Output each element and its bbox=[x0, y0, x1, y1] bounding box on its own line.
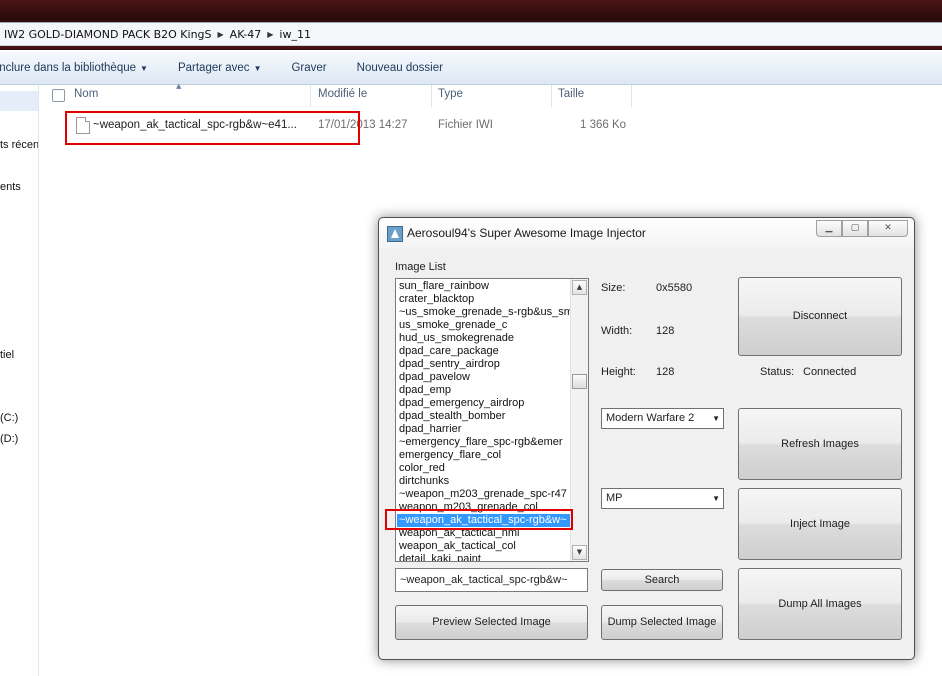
column-divider[interactable] bbox=[310, 85, 311, 107]
address-bar[interactable]: IW2 GOLD-DIAMOND PACK B2O KingS ▶ AK-47 … bbox=[0, 22, 942, 46]
image-list-item[interactable]: hud_us_smokegrenade bbox=[399, 332, 514, 345]
sort-arrow-icon: ▲ bbox=[176, 82, 182, 90]
image-list-item[interactable]: crater_blacktop bbox=[399, 293, 474, 306]
command-bar: Inclure dans la bibliothèque ▼ Partager a… bbox=[0, 52, 942, 85]
share-with-menu[interactable]: Partager avec ▼ bbox=[178, 62, 262, 74]
size-label: Size: bbox=[601, 282, 626, 294]
image-list-item[interactable]: us_smoke_grenade_c bbox=[399, 319, 507, 332]
dropdown-arrow-icon: ▼ bbox=[712, 494, 720, 503]
nav-highlight bbox=[0, 91, 38, 111]
game-select[interactable]: Modern Warfare 2 ▼ bbox=[601, 408, 724, 429]
image-list-item[interactable]: dpad_harrier bbox=[399, 423, 461, 436]
game-select-value: Modern Warfare 2 bbox=[606, 412, 695, 424]
image-list-label: Image List bbox=[395, 261, 446, 273]
column-modified[interactable]: Modifié le bbox=[318, 88, 367, 100]
status-label: Status: bbox=[760, 366, 795, 378]
nav-item[interactable]: ents bbox=[0, 181, 21, 193]
highlight-annotation bbox=[65, 111, 360, 145]
minimize-button[interactable]: ▁ bbox=[816, 220, 842, 237]
navigation-pane: ts récen ents tiel (C:) (D:) bbox=[0, 85, 39, 676]
image-list-item[interactable]: detail_kaki_paint bbox=[399, 553, 481, 561]
include-in-library-menu[interactable]: Inclure dans la bibliothèque ▼ bbox=[0, 62, 148, 74]
inject-image-button[interactable]: Inject Image bbox=[738, 488, 902, 560]
mode-select-value: MP bbox=[606, 492, 623, 504]
file-type: Fichier IWI bbox=[438, 119, 493, 131]
preview-selected-image-button[interactable]: Preview Selected Image bbox=[395, 605, 588, 640]
window-title: Aerosoul94's Super Awesome Image Injecto… bbox=[407, 226, 646, 240]
column-divider[interactable] bbox=[551, 85, 552, 107]
refresh-images-button[interactable]: Refresh Images bbox=[738, 408, 902, 480]
column-name[interactable]: Nom bbox=[74, 88, 98, 100]
image-list-item[interactable]: dpad_pavelow bbox=[399, 371, 470, 384]
dropdown-arrow-icon: ▼ bbox=[712, 414, 720, 423]
injector-window: Aerosoul94's Super Awesome Image Injecto… bbox=[378, 217, 915, 660]
image-list-item[interactable]: dpad_emergency_airdrop bbox=[399, 397, 524, 410]
image-list-item[interactable]: dirtchunks bbox=[399, 475, 449, 488]
image-list-item[interactable]: dpad_sentry_airdrop bbox=[399, 358, 500, 371]
status-value: Connected bbox=[803, 366, 857, 378]
image-list-item[interactable]: ~emergency_flare_spc-rgb&emer bbox=[399, 436, 563, 449]
image-list-item[interactable]: ~weapon_m203_grenade_spc-r47 bbox=[399, 488, 567, 501]
scroll-up-icon[interactable]: ▲ bbox=[572, 280, 587, 295]
image-list-item[interactable]: dpad_emp bbox=[399, 384, 451, 397]
search-button[interactable]: Search bbox=[601, 569, 723, 591]
nav-item-drive-d[interactable]: (D:) bbox=[0, 433, 18, 445]
menu-label: Inclure dans la bibliothèque bbox=[0, 62, 137, 74]
mode-select[interactable]: MP ▼ bbox=[601, 488, 724, 509]
close-button[interactable]: ✕ bbox=[868, 220, 908, 237]
select-all-checkbox[interactable] bbox=[52, 89, 65, 102]
disconnect-button[interactable]: Disconnect bbox=[738, 277, 902, 356]
dropdown-arrow-icon: ▼ bbox=[253, 64, 262, 73]
height-value: 128 bbox=[656, 366, 675, 378]
file-size: 1 366 Ko bbox=[580, 119, 627, 131]
file-list-header: ▲ Nom Modifié le Type Taille bbox=[40, 82, 942, 107]
scroll-down-icon[interactable]: ▼ bbox=[572, 545, 587, 560]
height-label: Height: bbox=[601, 366, 636, 378]
column-size[interactable]: Taille bbox=[558, 88, 584, 100]
search-input[interactable]: ~weapon_ak_tactical_spc-rgb&w~ bbox=[395, 568, 588, 592]
column-divider[interactable] bbox=[631, 85, 632, 107]
image-list-item[interactable]: emergency_flare_col bbox=[399, 449, 501, 462]
column-divider[interactable] bbox=[431, 85, 432, 107]
dropdown-arrow-icon: ▼ bbox=[140, 64, 148, 73]
nav-item-drive-c[interactable]: (C:) bbox=[0, 412, 18, 424]
address-bar-area: IW2 GOLD-DIAMOND PACK B2O KingS ▶ AK-47 … bbox=[0, 0, 942, 50]
breadcrumb-chevron-icon[interactable]: ▶ bbox=[265, 30, 275, 39]
width-label: Width: bbox=[601, 325, 633, 337]
nav-item[interactable]: tiel bbox=[0, 349, 14, 361]
image-list-item[interactable]: color_red bbox=[399, 462, 445, 475]
image-list-item[interactable]: ~us_smoke_grenade_s-rgb&us_sm bbox=[399, 306, 573, 319]
title-bar[interactable]: Aerosoul94's Super Awesome Image Injecto… bbox=[379, 218, 914, 248]
breadcrumb-segment[interactable]: IW2 GOLD-DIAMOND PACK B2O KingS bbox=[0, 28, 216, 41]
breadcrumb-segment[interactable]: AK-47 bbox=[226, 28, 266, 41]
image-list-item[interactable]: weapon_ak_tactical_col bbox=[399, 540, 516, 553]
breadcrumb-chevron-icon[interactable]: ▶ bbox=[216, 30, 226, 39]
selection-highlight-annotation bbox=[385, 509, 573, 530]
new-folder-button[interactable]: Nouveau dossier bbox=[357, 62, 443, 74]
nav-item[interactable]: ts récen bbox=[0, 139, 38, 151]
image-list-item[interactable]: dpad_stealth_bomber bbox=[399, 410, 505, 423]
dump-selected-image-button[interactable]: Dump Selected Image bbox=[601, 605, 723, 640]
dump-all-images-button[interactable]: Dump All Images bbox=[738, 568, 902, 640]
scroll-thumb[interactable] bbox=[572, 374, 587, 389]
image-list-item[interactable]: sun_flare_rainbow bbox=[399, 280, 489, 293]
window-controls: ▁ ▢ ✕ bbox=[816, 220, 908, 238]
width-value: 128 bbox=[656, 325, 675, 337]
maximize-button[interactable]: ▢ bbox=[842, 220, 868, 237]
app-icon bbox=[387, 226, 403, 242]
image-list-item[interactable]: dpad_care_package bbox=[399, 345, 499, 358]
burn-button[interactable]: Graver bbox=[291, 62, 326, 74]
column-type[interactable]: Type bbox=[438, 88, 463, 100]
menu-label: Partager avec bbox=[177, 62, 250, 74]
size-value: 0x5580 bbox=[656, 282, 693, 294]
breadcrumb-segment[interactable]: iw_11 bbox=[275, 28, 315, 41]
